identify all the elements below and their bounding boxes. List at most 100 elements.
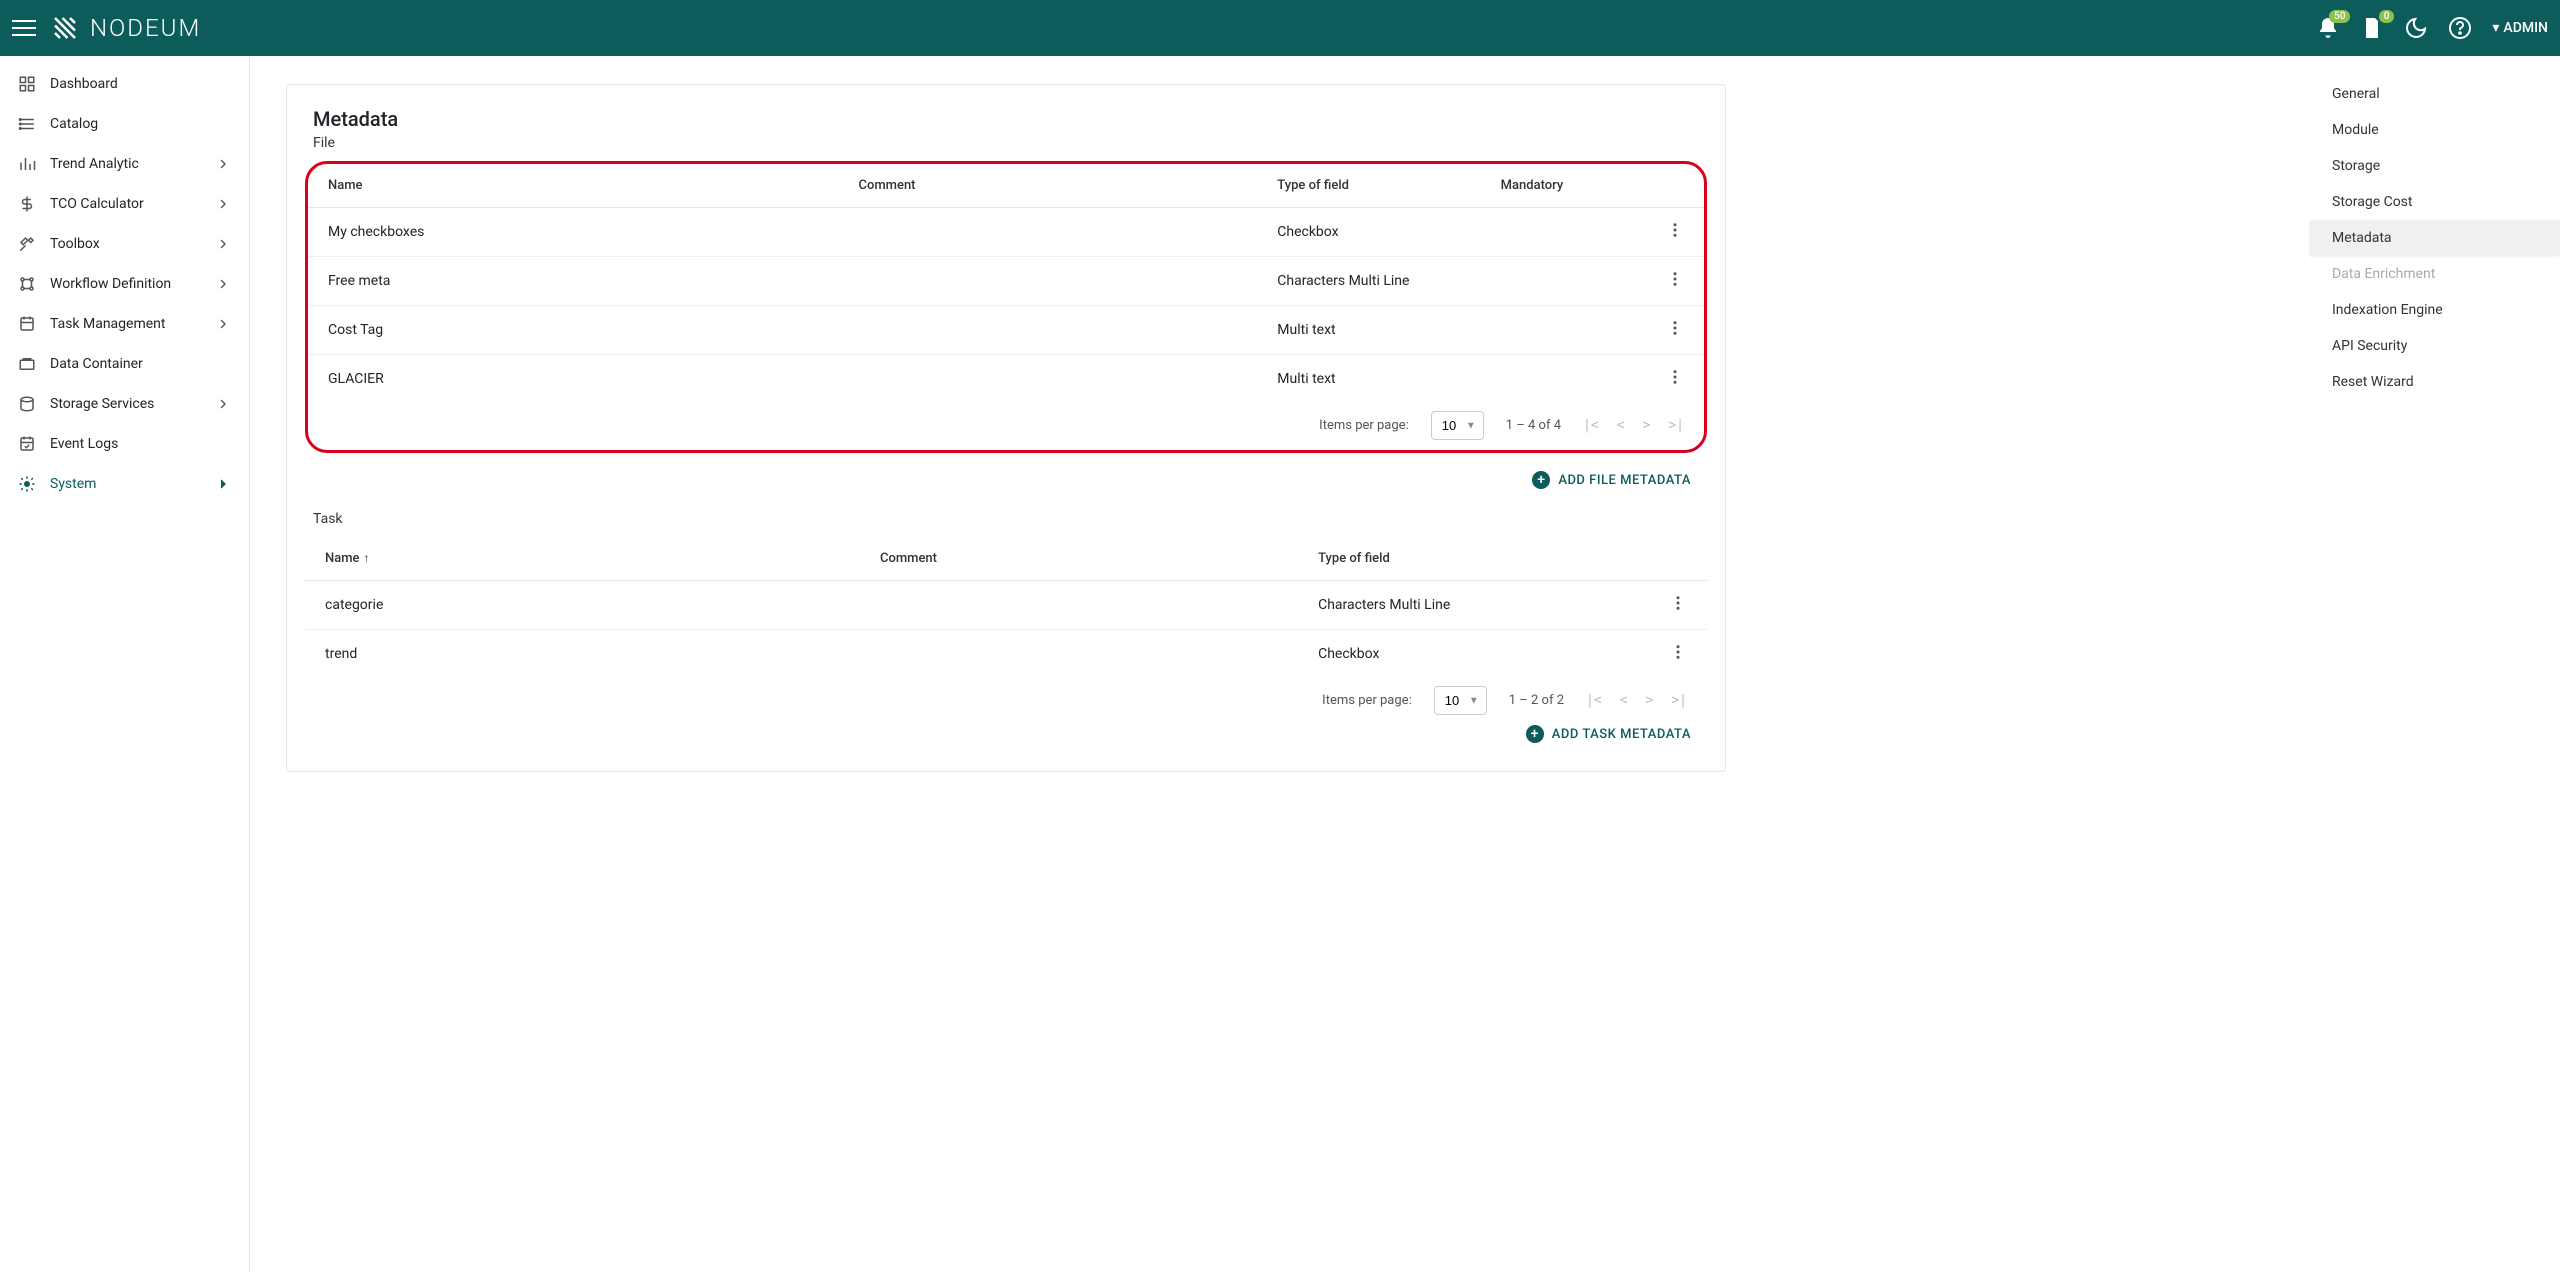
brand-logo[interactable]: NODEUM [50,13,201,43]
brand-text: NODEUM [90,14,201,42]
file-col-mandatory[interactable]: Mandatory [1481,164,1621,208]
cell-name: Cost Tag [308,306,838,355]
task-paginator: Items per page: 10 ▼ 1 – 2 of 2 |< < > >… [305,678,1707,715]
table-row[interactable]: Free meta Characters Multi Line [308,257,1704,306]
sidebar-item-tco-calculator[interactable]: TCO Calculator [0,184,249,224]
task-section-label: Task [305,511,1707,527]
cell-type: Characters Multi Line [1298,581,1619,630]
more-vert-icon[interactable] [1666,270,1684,288]
file-paginator: Items per page: 10 ▼ 1 – 4 of 4 |< < > >… [308,403,1704,440]
metadata-card: Metadata File Name Comment Type of field… [286,84,1726,772]
cell-type: Checkbox [1257,208,1480,257]
sidebar-item-label: Task Management [50,316,201,332]
storage-icon [18,395,36,413]
file-last-page-button[interactable]: >| [1668,418,1684,433]
add-file-metadata-button[interactable]: + ADD FILE METADATA [305,461,1707,489]
help-button[interactable] [2448,16,2472,40]
table-row[interactable]: GLACIER Multi text [308,355,1704,404]
sidebar-item-trend-analytic[interactable]: Trend Analytic [0,144,249,184]
sidebar-item-system[interactable]: System [0,464,249,504]
tasks-button[interactable]: 0 [2360,16,2384,40]
menu-toggle-button[interactable] [12,16,36,40]
cell-type: Characters Multi Line [1257,257,1480,306]
task-icon [18,315,36,333]
main-content: Metadata File Name Comment Type of field… [250,56,2310,1272]
tasks-badge: 0 [2379,10,2395,23]
task-first-page-button[interactable]: |< [1586,693,1602,708]
cell-mandatory [1481,257,1621,306]
file-prev-page-button[interactable]: < [1617,418,1625,433]
task-last-page-button[interactable]: >| [1671,693,1687,708]
user-label: ADMIN [2503,20,2548,36]
right-item-storage[interactable]: Storage [2310,148,2560,184]
task-col-name[interactable]: Name↑ [305,537,860,581]
theme-toggle-button[interactable] [2404,16,2428,40]
right-item-api-security[interactable]: API Security [2310,328,2560,364]
cell-name: My checkboxes [308,208,838,257]
add-task-metadata-button[interactable]: + ADD TASK METADATA [305,715,1707,743]
sidebar-item-label: TCO Calculator [50,196,201,212]
file-next-page-button[interactable]: > [1643,418,1651,433]
logo-icon [50,13,80,43]
table-row[interactable]: Cost Tag Multi text [308,306,1704,355]
file-items-per-page-select[interactable]: 10 [1431,411,1484,440]
file-col-comment[interactable]: Comment [838,164,1257,208]
plus-icon: + [1526,725,1544,743]
chevron-right-icon [215,196,231,212]
catalog-icon [18,115,36,133]
sidebar-item-data-container[interactable]: Data Container [0,344,249,384]
table-row[interactable]: categorie Characters Multi Line [305,581,1707,630]
sidebar-item-label: Workflow Definition [50,276,201,292]
notifications-button[interactable]: 50 [2316,16,2340,40]
cell-mandatory [1481,208,1621,257]
table-row[interactable]: My checkboxes Checkbox [308,208,1704,257]
sidebar-item-label: System [50,476,201,492]
sidebar-item-event-logs[interactable]: Event Logs [0,424,249,464]
chevron-right-icon [215,316,231,332]
sidebar-item-storage-services[interactable]: Storage Services [0,384,249,424]
sidebar-item-workflow-definition[interactable]: Workflow Definition [0,264,249,304]
task-next-page-button[interactable]: > [1646,693,1654,708]
file-col-type[interactable]: Type of field [1257,164,1480,208]
file-metadata-highlight: Name Comment Type of field Mandatory My … [305,161,1707,453]
table-row[interactable]: trend Checkbox [305,630,1707,679]
right-item-module[interactable]: Module [2310,112,2560,148]
events-icon [18,435,36,453]
right-item-general[interactable]: General [2310,76,2560,112]
sidebar-item-label: Data Container [50,356,231,372]
more-vert-icon[interactable] [1666,368,1684,386]
right-item-indexation-engine[interactable]: Indexation Engine [2310,292,2560,328]
task-prev-page-button[interactable]: < [1620,693,1628,708]
file-page-range: 1 – 4 of 4 [1506,418,1561,433]
sidebar-item-label: Catalog [50,116,231,132]
cell-comment [838,257,1257,306]
file-first-page-button[interactable]: |< [1583,418,1599,433]
right-item-reset-wizard[interactable]: Reset Wizard [2310,364,2560,400]
add-file-metadata-label: ADD FILE METADATA [1558,473,1691,488]
task-col-comment[interactable]: Comment [860,537,1298,581]
more-vert-icon[interactable] [1666,221,1684,239]
task-items-per-page-select[interactable]: 10 [1434,686,1487,715]
task-col-type[interactable]: Type of field [1298,537,1619,581]
user-menu-button[interactable]: ▾ ADMIN [2492,20,2548,36]
plus-icon: + [1532,471,1550,489]
more-vert-icon[interactable] [1669,594,1687,612]
file-col-name[interactable]: Name [308,164,838,208]
left-sidebar: Dashboard Catalog Trend Analytic TCO Cal… [0,56,250,1272]
dropdown-caret-icon: ▾ [2492,20,2499,36]
right-item-data-enrichment: Data Enrichment [2310,256,2560,292]
sidebar-item-dashboard[interactable]: Dashboard [0,64,249,104]
right-item-metadata[interactable]: Metadata [2310,220,2560,256]
sidebar-item-toolbox[interactable]: Toolbox [0,224,249,264]
more-vert-icon[interactable] [1666,319,1684,337]
right-item-storage-cost[interactable]: Storage Cost [2310,184,2560,220]
app-header: NODEUM 50 0 ▾ ADMIN [0,0,2560,56]
tools-icon [18,235,36,253]
sidebar-item-task-management[interactable]: Task Management [0,304,249,344]
chevron-right-icon [215,276,231,292]
cell-comment [838,306,1257,355]
cell-type: Checkbox [1298,630,1619,679]
more-vert-icon[interactable] [1669,643,1687,661]
gear-icon [18,475,36,493]
sidebar-item-catalog[interactable]: Catalog [0,104,249,144]
